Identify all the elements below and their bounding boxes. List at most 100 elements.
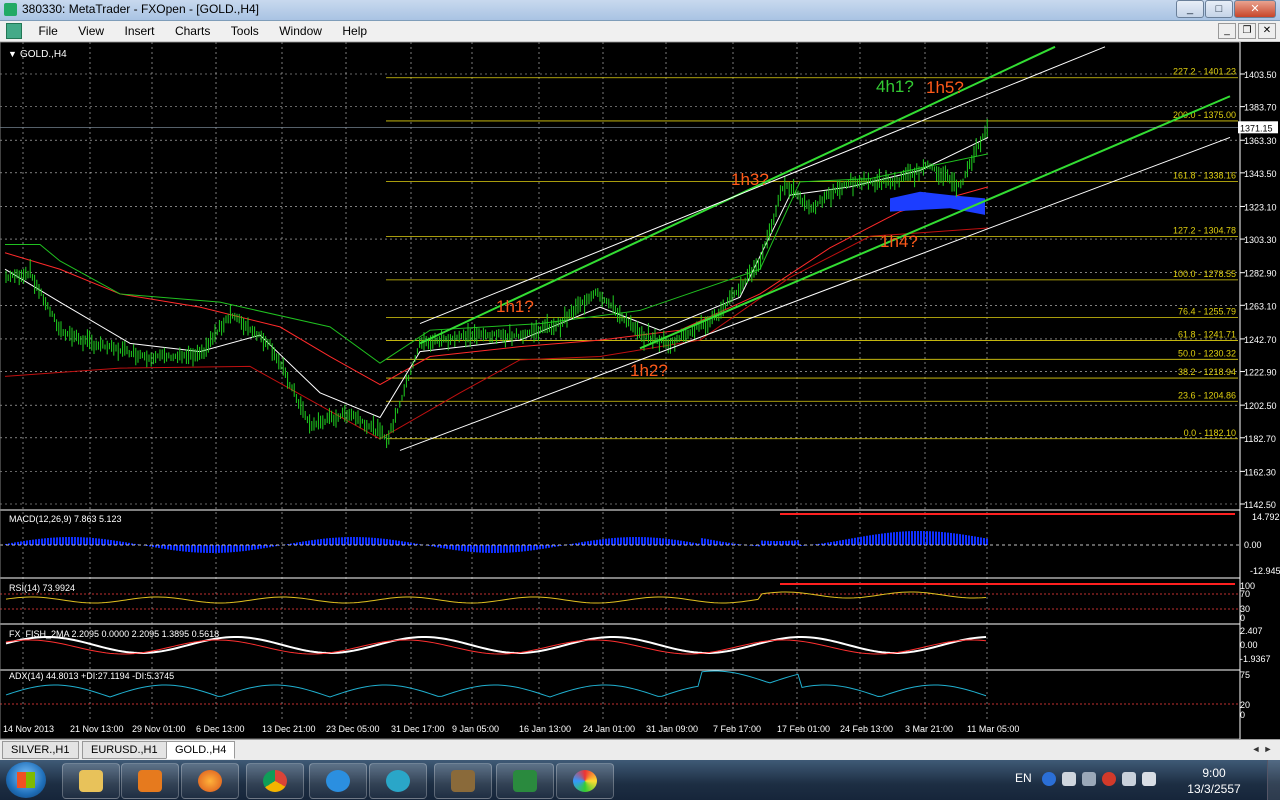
adx-axis-0: 0 (1240, 710, 1245, 720)
fib-level-label: 50.0 - 1230.32 (1178, 348, 1236, 358)
rsi-axis-70: 70 (1240, 589, 1250, 599)
wave-annotation: 1h5? (926, 78, 964, 97)
fib-level-label: 100.0 - 1278.55 (1173, 269, 1236, 279)
maximize-button[interactable]: □ (1205, 0, 1233, 18)
fisher-axis-max: 2.407 (1240, 626, 1263, 636)
price-axis-label: 1182.70 (1244, 434, 1276, 444)
chart-tab-bar: SILVER.,H1 EURUSD.,H1 GOLD.,H4 ◄ ► (0, 739, 1280, 760)
symbol-dropdown-arrow[interactable]: ▼ (8, 49, 17, 59)
ichimoku-cloud (890, 191, 985, 215)
menu-help[interactable]: Help (334, 21, 375, 41)
wave-annotation: 1h2? (630, 361, 668, 380)
firefox-icon (198, 770, 222, 792)
show-desktop-button[interactable] (1267, 760, 1280, 800)
tab-scroll-left-icon[interactable]: ◄ (1250, 742, 1262, 756)
fisher-label: FX_FISH_2MA 2.2095 0.0000 2.2095 1.3895 … (9, 629, 219, 639)
chart-window-icon[interactable] (6, 23, 22, 39)
windows-taskbar: EN 9:00 13/3/2557 (0, 760, 1280, 800)
minimize-button[interactable]: _ (1176, 0, 1204, 18)
wave-annotation: 1h4? (880, 232, 918, 251)
menu-window[interactable]: Window (271, 21, 330, 41)
time-axis-label: 14 Nov 2013 (3, 724, 54, 734)
adx-axis-75: 75 (1240, 670, 1250, 680)
price-chart[interactable]: 227.2 - 1401.23 200.0 - 1375.00 161.8 - 13… (0, 42, 1280, 739)
paint-icon (573, 770, 597, 792)
chart-minimize-button[interactable]: _ (1218, 23, 1236, 39)
time-axis-label: 31 Dec 17:00 (391, 724, 445, 734)
help-icon[interactable] (1042, 772, 1056, 786)
taskbar-paint[interactable] (556, 763, 614, 799)
menu-insert[interactable]: Insert (117, 21, 163, 41)
moving-average-red (4, 186, 989, 386)
time-axis-label: 11 Mar 05:00 (967, 724, 1019, 734)
time-axis-label: 24 Jan 01:00 (583, 724, 635, 734)
chart-window[interactable]: 227.2 - 1401.23 200.0 - 1375.00 161.8 - 13… (0, 42, 1280, 739)
ie-icon (326, 770, 350, 792)
price-axis-label: 1403.50 (1244, 70, 1277, 80)
tab-scroll-right-icon[interactable]: ► (1262, 742, 1274, 756)
fib-level-label: 227.2 - 1401.23 (1173, 67, 1236, 77)
tab-silver[interactable]: SILVER.,H1 (2, 741, 79, 759)
title-bar: 380330: MetaTrader - FXOpen - [GOLD.,H4]… (0, 0, 1280, 21)
fib-level-label: 38.2 - 1218.94 (1178, 367, 1236, 377)
macd-axis-min: -12.945 (1250, 566, 1280, 576)
metatrader-icon (386, 770, 410, 792)
action-center-icon[interactable] (1142, 772, 1156, 786)
taskbar-firefox[interactable] (181, 763, 239, 799)
price-axis-label: 1282.90 (1244, 269, 1277, 279)
menu-bar: File View Insert Charts Tools Window Hel… (0, 21, 1280, 42)
clock-time[interactable]: 9:00 (1184, 766, 1244, 780)
menu-file[interactable]: File (30, 21, 65, 41)
macd-axis-max: 14.792 (1252, 512, 1280, 522)
adx-label: ADX(14) 44.8013 +DI:27.1194 -DI:5.3745 (9, 671, 174, 681)
fisher-axis-zero: 0.00 (1240, 640, 1258, 650)
network-icon[interactable] (1122, 772, 1136, 786)
price-axis-label: 1323.10 (1244, 202, 1277, 212)
language-indicator[interactable]: EN (1015, 771, 1032, 785)
chart-close-button[interactable]: ✕ (1258, 23, 1276, 39)
windows-logo-icon (17, 772, 35, 788)
folder-icon (79, 770, 103, 792)
price-axis-label: 1383.70 (1244, 103, 1277, 113)
price-axis-label: 1343.50 (1244, 169, 1277, 179)
tab-eurusd[interactable]: EURUSD.,H1 (82, 741, 167, 759)
fib-level-label: 0.0 - 1182.10 (1184, 428, 1236, 438)
time-axis-label: 21 Nov 13:00 (70, 724, 124, 734)
time-axis-label: 16 Jan 13:00 (519, 724, 571, 734)
clock-date[interactable]: 13/3/2557 (1176, 782, 1252, 796)
fib-level-label: 161.8 - 1338.16 (1173, 171, 1236, 181)
taskbar-excel[interactable] (496, 763, 554, 799)
menu-charts[interactable]: Charts (167, 21, 218, 41)
time-axis-label: 13 Dec 21:00 (262, 724, 316, 734)
fib-level-label: 200.0 - 1375.00 (1173, 110, 1236, 120)
price-axis-label: 1202.50 (1244, 401, 1277, 411)
price-axis-label: 1263.10 (1244, 301, 1277, 311)
keyboard-icon[interactable] (1062, 772, 1076, 786)
taskbar-chrome[interactable] (246, 763, 304, 799)
metatrader-app-icon (4, 3, 17, 16)
tray-expand-icon[interactable] (1082, 772, 1096, 786)
fib-level-label: 76.4 - 1255.79 (1178, 306, 1236, 316)
wave-annotation: 1h1? (496, 297, 534, 316)
fib-level-label: 23.6 - 1204.86 (1178, 390, 1236, 400)
menu-tools[interactable]: Tools (223, 21, 267, 41)
symbol-label: GOLD.,H4 (20, 49, 67, 60)
current-price-label: 1371.15 (1240, 123, 1273, 133)
menu-view[interactable]: View (70, 21, 112, 41)
taskbar-ie[interactable] (309, 763, 367, 799)
taskbar-metatrader[interactable] (369, 763, 427, 799)
rsi-axis-0: 0 (1240, 613, 1245, 623)
price-axis-label: 1162.30 (1244, 467, 1276, 477)
price-axis-label: 1303.30 (1244, 235, 1277, 245)
taskbar-media-player[interactable] (121, 763, 179, 799)
macd-axis-zero: 0.00 (1244, 540, 1262, 550)
volume-muted-icon[interactable] (1102, 772, 1116, 786)
taskbar-explorer[interactable] (62, 763, 120, 799)
taskbar-gimp[interactable] (434, 763, 492, 799)
start-button[interactable] (6, 762, 46, 798)
chart-restore-button[interactable]: ❐ (1238, 23, 1256, 39)
time-axis-label: 23 Dec 05:00 (326, 724, 380, 734)
close-button[interactable]: ✕ (1234, 0, 1276, 18)
tab-gold[interactable]: GOLD.,H4 (166, 741, 236, 759)
time-axis-label: 3 Mar 21:00 (905, 724, 953, 734)
